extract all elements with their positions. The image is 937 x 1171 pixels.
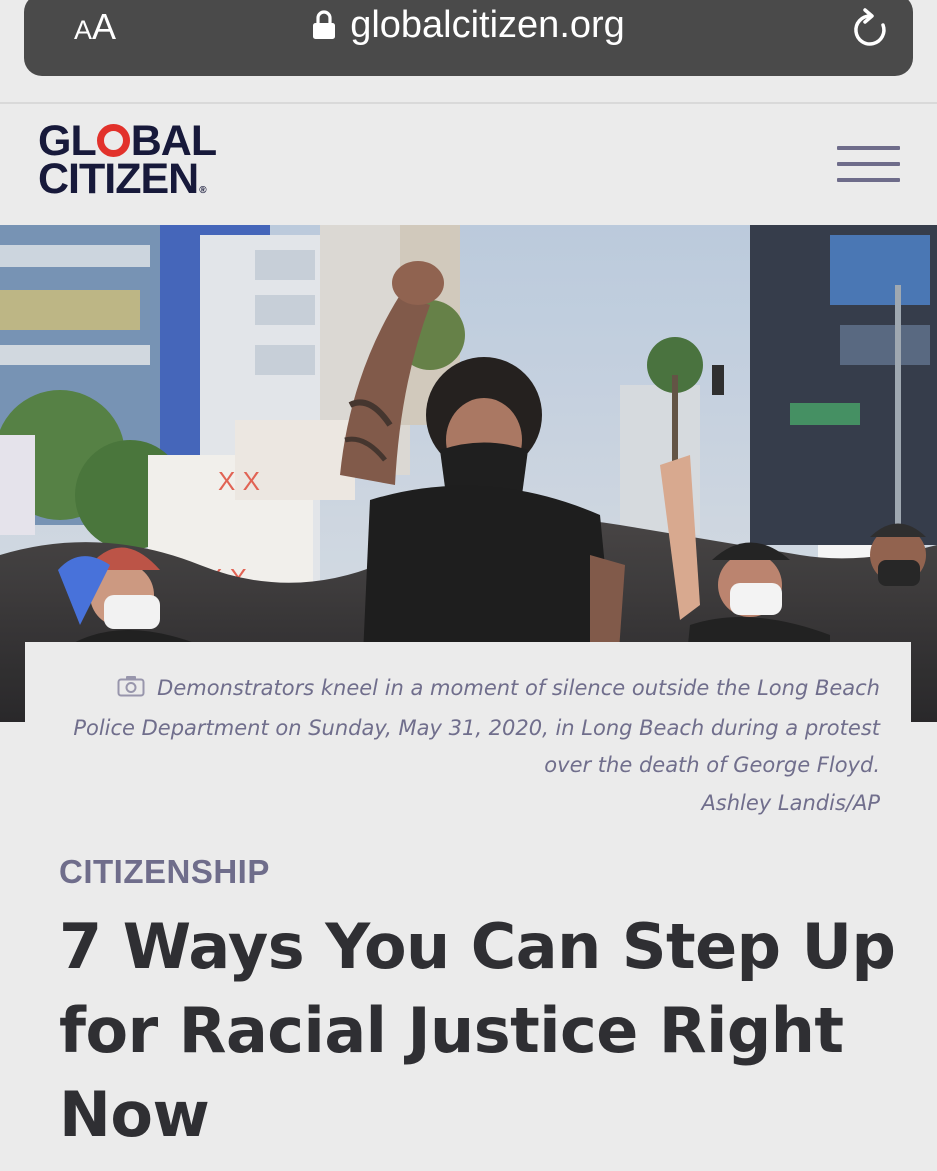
site-header: GL BAL CITIZEN® xyxy=(0,104,937,225)
lock-icon xyxy=(312,7,336,50)
article-headline: 7 Ways You Can Step Up for Racial Justic… xyxy=(59,910,896,1151)
hamburger-menu-icon[interactable] xyxy=(837,146,900,186)
photo-caption-card: Demonstrators kneel in a moment of silen… xyxy=(25,642,911,822)
caption-text: Demonstrators kneel in a moment of silen… xyxy=(73,676,880,777)
photo-credit: Ashley Landis/AP xyxy=(701,790,880,815)
url-display[interactable]: globalcitizen.org xyxy=(24,4,913,50)
browser-chrome: AA globalcitizen.org xyxy=(0,0,937,103)
global-citizen-logo[interactable]: GL BAL CITIZEN® xyxy=(38,120,217,210)
page: AA globalcitizen.org GL BAL CITIZEN® X X… xyxy=(0,0,937,1171)
photo-caption: Demonstrators kneel in a moment of silen… xyxy=(60,670,880,822)
url-text: globalcitizen.org xyxy=(350,4,625,46)
article-category[interactable]: CITIZENSHIP xyxy=(59,853,270,891)
address-bar[interactable]: AA globalcitizen.org xyxy=(24,0,913,76)
reload-icon[interactable] xyxy=(849,8,891,54)
camera-icon xyxy=(117,672,145,710)
logo-o-ring xyxy=(96,124,130,157)
